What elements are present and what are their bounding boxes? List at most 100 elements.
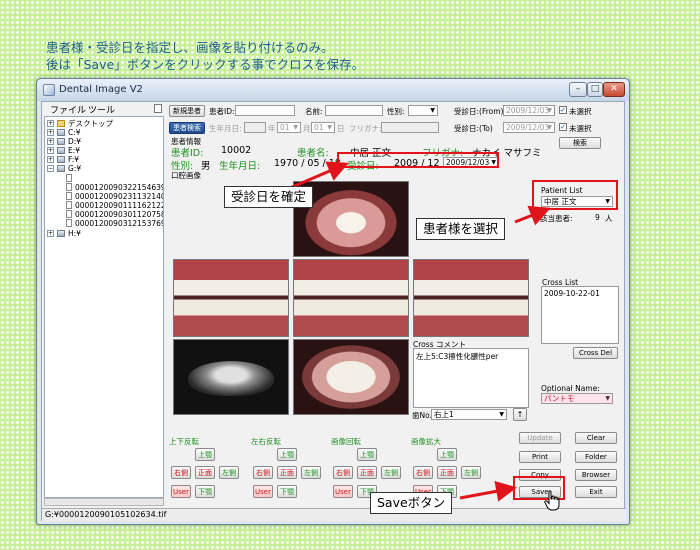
file-icon (66, 210, 72, 218)
pin-icon[interactable] (154, 104, 162, 113)
zoom-right-button[interactable]: 右側 (413, 466, 433, 479)
furigana-input[interactable] (381, 122, 439, 133)
drive-icon (57, 230, 65, 237)
birth-day-select[interactable]: 01 ▼ (311, 122, 335, 133)
photo-left-side[interactable] (413, 259, 529, 337)
flip-vertical-upper-button[interactable]: 上顎 (195, 448, 215, 461)
print-button[interactable]: Print (519, 451, 561, 463)
visit-from-label: 受診日:(From) (454, 107, 504, 116)
matching-patients-label: 該当患者: (540, 214, 573, 223)
oral-image-label: 口腔画像 (171, 171, 201, 180)
gender-label: 性別: (387, 107, 405, 116)
dropdown-arrow-icon: ▼ (547, 124, 552, 131)
browser-button[interactable]: Browser (575, 469, 617, 481)
flip-horizontal-left-button[interactable]: 左側 (301, 466, 321, 479)
name-input[interactable] (325, 105, 383, 116)
patient-id-value: 10002 (221, 145, 252, 156)
birth-month-select[interactable]: 01 ▼ (277, 122, 301, 133)
cross-comment-textarea[interactable]: 左上5:C3擦性化膿性per (413, 348, 529, 408)
matching-patients-unit: 人 (605, 214, 613, 223)
rotate-right-button[interactable]: 右側 (333, 466, 353, 479)
new-patient-button[interactable]: 新規患者 (169, 105, 205, 117)
flip-horizontal-front-button[interactable]: 正面 (277, 466, 297, 479)
group-title-flip-horizontal: 左右反転 (251, 437, 281, 446)
flip-vertical-user-button[interactable]: User (171, 485, 191, 498)
menu-bar: ファイル ツール (42, 102, 164, 116)
rotate-left-button[interactable]: 左側 (381, 466, 401, 479)
tooth-up-button[interactable]: ↑ (513, 408, 527, 421)
tooth-number-label: 歯No. (412, 411, 432, 420)
drive-icon (57, 147, 65, 154)
rotate-upper-button[interactable]: 上顎 (357, 448, 377, 461)
birth-info-label: 生年月日: (219, 161, 261, 172)
photo-right-side[interactable] (173, 259, 289, 337)
dropdown-arrow-icon: ▼ (293, 124, 298, 131)
zoom-front-button[interactable]: 正面 (437, 466, 457, 479)
title-bar[interactable]: Dental Image V2 – □ ✕ (37, 79, 629, 101)
app-icon (43, 84, 55, 96)
birth-year-input[interactable] (244, 122, 266, 133)
caption-line-2: 後は「Save」ボタンをクリックする事でクロスを保存。 (46, 57, 365, 72)
drive-icon (57, 165, 65, 172)
visit-to-unselected-label: 未選択 (569, 124, 592, 133)
rotate-front-button[interactable]: 正面 (357, 466, 377, 479)
gender-value: 男 (201, 161, 211, 172)
window-title: Dental Image V2 (59, 84, 143, 95)
file-icon (66, 219, 72, 227)
flip-vertical-lower-button[interactable]: 下顎 (195, 485, 215, 498)
flip-vertical-left-button[interactable]: 左側 (219, 466, 239, 479)
patient-id-label: 患者ID: (209, 107, 235, 116)
photo-lower-occlusal[interactable] (293, 339, 409, 415)
visit-date-highlight (337, 152, 499, 168)
cross-delete-button[interactable]: Cross Del (573, 347, 618, 359)
visit-from-date[interactable]: 2009/12/03 ▼ (503, 105, 555, 116)
flip-horizontal-right-button[interactable]: 右側 (253, 466, 273, 479)
folder-button[interactable]: Folder (575, 451, 617, 463)
patient-id-input[interactable] (235, 105, 295, 116)
menu-tools[interactable]: ツール (88, 103, 115, 116)
callout-save-button: Saveボタン (370, 492, 453, 514)
birth-value: 1970 / 05 / 18 (274, 158, 341, 169)
furigana-label: フリガナ: (349, 124, 382, 133)
visit-from-unselected-checkbox[interactable]: ✓ (559, 106, 567, 114)
photo-panoramic-xray[interactable] (173, 339, 289, 415)
search-button[interactable]: 検索 (559, 137, 601, 149)
maximize-button[interactable]: □ (587, 82, 603, 97)
cross-list-box[interactable]: 2009-10-22-01 (541, 286, 619, 344)
menu-file[interactable]: ファイル (50, 103, 86, 116)
file-icon (66, 183, 72, 191)
update-button[interactable]: Update (519, 432, 561, 444)
visit-to-unselected-checkbox[interactable]: ✓ (559, 123, 567, 131)
photo-front[interactable] (293, 259, 409, 337)
drive-icon (57, 129, 65, 136)
minimize-button[interactable]: – (569, 82, 587, 97)
rotate-user-button[interactable]: User (333, 485, 353, 498)
clear-button[interactable]: Clear (575, 432, 617, 444)
zoom-left-button[interactable]: 左側 (461, 466, 481, 479)
flip-vertical-front-button[interactable]: 正面 (195, 466, 215, 479)
tooth-number-select[interactable]: 右上1 ▼ (431, 409, 507, 420)
flip-horizontal-upper-button[interactable]: 上顎 (277, 448, 297, 461)
status-path: G:¥000012009010​5102634.tif (45, 510, 167, 519)
cross-list-item[interactable]: 2009-10-22-01 (544, 289, 616, 298)
folder-tree[interactable]: + デスクトップ + C:¥ + D:¥ + E:¥ + F:¥ − G:¥ 0… (44, 116, 164, 498)
month-unit: 月 (303, 124, 311, 133)
callout-visit-date: 受診日を確定 (224, 186, 314, 208)
patient-search-button[interactable]: 患者検索 (169, 122, 205, 134)
dropdown-arrow-icon: ▼ (605, 395, 610, 402)
flip-horizontal-user-button[interactable]: User (253, 485, 273, 498)
app-window: Dental Image V2 – □ ✕ ファイル ツール + デスクトップ … (36, 78, 630, 525)
gender-select[interactable]: ▼ (408, 105, 438, 116)
tree-horizontal-scrollbar[interactable] (44, 498, 164, 506)
client-area: ファイル ツール + デスクトップ + C:¥ + D:¥ + E:¥ + F:… (41, 101, 626, 521)
exit-button[interactable]: Exit (575, 486, 617, 498)
flip-vertical-right-button[interactable]: 右側 (171, 466, 191, 479)
visit-to-date[interactable]: 2009/12/03 ▼ (503, 122, 555, 133)
zoom-upper-button[interactable]: 上顎 (437, 448, 457, 461)
optional-name-select[interactable]: パントモ ▼ (541, 393, 613, 404)
file-icon (66, 201, 72, 209)
close-button[interactable]: ✕ (603, 82, 625, 97)
dropdown-arrow-icon: ▼ (430, 107, 435, 114)
flip-horizontal-lower-button[interactable]: 下顎 (277, 485, 297, 498)
file-icon (66, 192, 72, 200)
